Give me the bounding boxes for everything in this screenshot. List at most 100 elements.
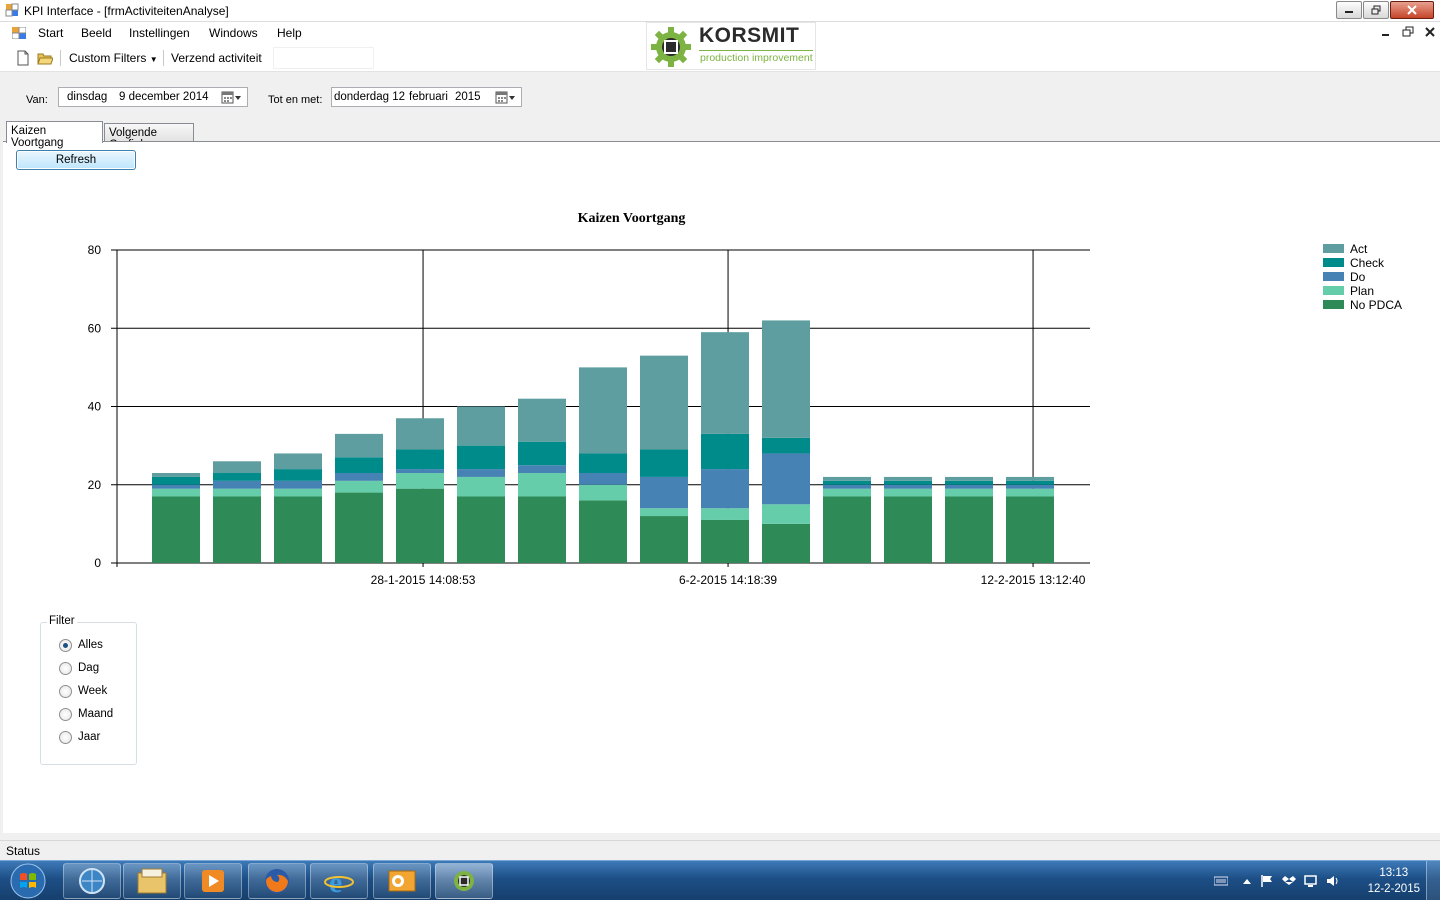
calendar-dropdown-icon[interactable] <box>495 91 517 104</box>
taskbar-explorer[interactable] <box>123 863 181 899</box>
restore-button[interactable] <box>1363 1 1389 19</box>
show-hidden-icons-icon[interactable] <box>1240 875 1254 887</box>
send-activity-button[interactable]: Verzend activiteit <box>171 51 262 65</box>
filter-option-dag[interactable]: Dag <box>59 660 99 676</box>
bar-segment-no-pdca <box>152 496 200 563</box>
bar-segment-no-pdca <box>945 496 993 563</box>
toolbar-textbox[interactable] <box>273 47 374 69</box>
legend-swatch <box>1323 272 1344 281</box>
refresh-button[interactable]: Refresh <box>16 150 136 170</box>
bar-segment-do <box>152 484 200 489</box>
windows-start-icon[interactable] <box>6 862 50 900</box>
bar-segment-check <box>884 480 932 485</box>
system-tray: 13:13 12-2-2015 <box>1200 861 1440 900</box>
bar-segment-no-pdca <box>884 496 932 563</box>
action-center-flag-icon[interactable] <box>1260 875 1274 887</box>
minimize-icon <box>1345 11 1353 13</box>
menu-beeld[interactable]: Beeld <box>81 26 112 40</box>
bar-segment-do <box>274 480 322 489</box>
bar-segment-act <box>274 453 322 470</box>
from-date-picker[interactable]: dinsdag 9 december 2014 <box>58 87 248 107</box>
menu-help[interactable]: Help <box>277 26 302 40</box>
bar-segment-no-pdca <box>518 496 566 563</box>
clock-time: 13:13 <box>1379 867 1409 879</box>
bar-segment-do <box>579 473 627 485</box>
firefox-icon <box>265 869 289 893</box>
from-day: dinsdag <box>67 91 108 103</box>
bar-segment-plan <box>274 488 322 497</box>
tab-kaizen-voortgang[interactable]: Kaizen Voortgang <box>6 121 103 149</box>
bar-segment-act <box>396 418 444 450</box>
bar-segment-do <box>396 469 444 474</box>
bar-segment-plan <box>823 488 871 497</box>
taskbar-media-player[interactable] <box>184 863 242 899</box>
menu-windows[interactable]: Windows <box>209 26 258 40</box>
bar-segment-check <box>274 469 322 481</box>
legend-swatch <box>1323 300 1344 309</box>
legend-swatch <box>1323 244 1344 253</box>
filter-option-alles[interactable]: Alles <box>59 637 103 653</box>
keyboard-icon[interactable] <box>1214 875 1228 887</box>
taskbar-kpi-interface[interactable] <box>435 863 493 899</box>
clock-date: 12-2-2015 <box>1367 883 1420 895</box>
tab-volgende-grafiek[interactable]: Volgende Grafiek <box>104 123 194 151</box>
to-date-picker[interactable]: donderdag 12 februari 2015 <box>331 87 522 107</box>
filter-option-jaar[interactable]: Jaar <box>59 729 100 745</box>
folder-icon <box>137 868 167 894</box>
open-folder-icon[interactable] <box>37 50 53 66</box>
bar-segment-plan <box>579 484 627 501</box>
app-icon <box>5 3 19 17</box>
radio-button[interactable] <box>59 661 72 675</box>
mdi-child-icon[interactable] <box>12 27 26 39</box>
network-icon[interactable] <box>1304 875 1318 887</box>
filter-option-maand[interactable]: Maand <box>59 706 113 722</box>
taskbar-teamviewer[interactable] <box>63 863 121 899</box>
menu-instellingen[interactable]: Instellingen <box>129 26 190 40</box>
filter-option-week[interactable]: Week <box>59 683 107 699</box>
bar-segment-act <box>945 476 993 481</box>
x-tick-label: 12-2-2015 13:12:40 <box>981 573 1086 587</box>
bar-segment-check <box>152 476 200 485</box>
restore-icon <box>1371 5 1381 15</box>
taskbar-outlook[interactable] <box>373 863 431 899</box>
bar-segment-do <box>945 484 993 489</box>
mdi-restore-icon[interactable] <box>1402 26 1414 38</box>
volume-icon[interactable] <box>1326 875 1340 887</box>
bar-segment-do <box>457 469 505 477</box>
mdi-minimize-icon[interactable] <box>1380 26 1392 38</box>
calendar-dropdown-icon[interactable] <box>221 91 243 104</box>
dropbox-icon[interactable] <box>1282 875 1296 887</box>
bar-segment-plan <box>1006 488 1054 497</box>
minimize-button[interactable] <box>1336 1 1362 19</box>
window-title: KPI Interface - [frmActiviteitenAnalyse] <box>24 4 229 18</box>
bar-segment-act <box>762 320 810 438</box>
legend-label: Check <box>1350 256 1385 270</box>
custom-filters-dropdown[interactable]: Custom Filters ▼ <box>69 51 158 65</box>
taskbar-firefox[interactable] <box>248 863 306 899</box>
chart-title: Kaizen Voortgang <box>578 211 686 226</box>
show-desktop-button[interactable] <box>1426 861 1440 900</box>
close-button[interactable] <box>1390 1 1434 19</box>
bar-segment-do <box>701 469 749 509</box>
radio-button[interactable] <box>59 684 72 698</box>
menu-start[interactable]: Start <box>38 26 63 40</box>
radio-button[interactable] <box>59 730 72 744</box>
bar-segment-check <box>762 437 810 454</box>
gear-logo-icon <box>651 27 691 67</box>
legend-label: Act <box>1350 242 1368 256</box>
media-player-icon <box>202 870 224 892</box>
bar-segment-plan <box>701 508 749 520</box>
logo-divider <box>699 50 813 51</box>
radio-button[interactable] <box>59 707 72 721</box>
taskbar-clock[interactable]: 13:13 12-2-2015 <box>1368 865 1420 897</box>
to-label: Tot en met: <box>268 94 323 106</box>
x-tick-label: 6-2-2015 14:18:39 <box>679 573 777 587</box>
mdi-close-icon[interactable] <box>1424 26 1436 38</box>
new-document-icon[interactable] <box>15 50 31 66</box>
radio-button[interactable] <box>59 638 72 652</box>
taskbar-internet-explorer[interactable]: e <box>310 863 368 899</box>
bar-segment-check <box>396 449 444 470</box>
bar-segment-plan <box>335 480 383 493</box>
bar-segment-plan <box>884 488 932 497</box>
bar-segment-plan <box>152 488 200 497</box>
